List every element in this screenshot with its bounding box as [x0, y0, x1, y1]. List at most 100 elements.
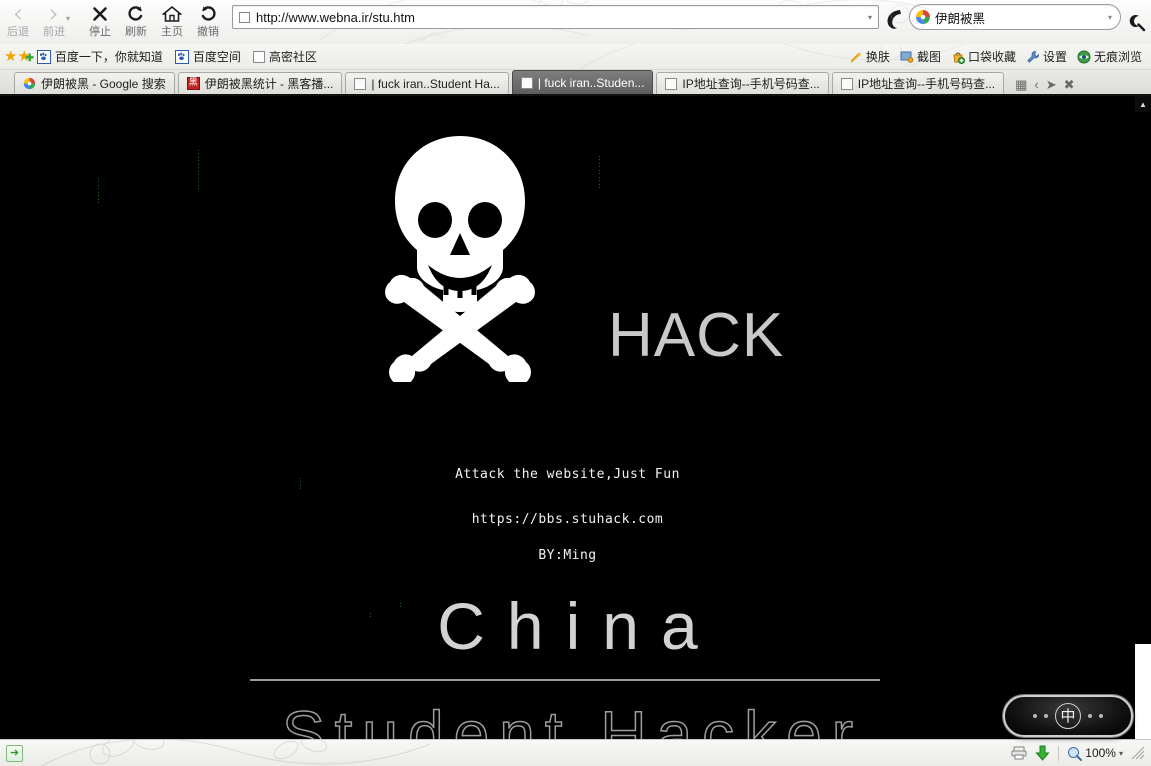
- tab-label: 伊朗被黑统计 - 黑客播...: [204, 77, 334, 91]
- status-left-group: ➜: [6, 744, 23, 762]
- page-subtitle: Student Hacker: [281, 697, 864, 739]
- tab-5[interactable]: IP地址查询--手机号码查...: [831, 72, 1005, 94]
- scroll-up-arrow-icon[interactable]: ▲: [1135, 96, 1151, 112]
- page-viewport: :::: :::::: ::::: :: : : HACK Attack the…: [0, 96, 1151, 739]
- tab-1[interactable]: 黑 伊朗被黑统计 - 黑客播...: [177, 72, 343, 94]
- bookmark-item-0[interactable]: 百度一下，你就知道: [31, 46, 169, 68]
- incognito-icon: [1077, 50, 1091, 63]
- chevron-down-icon[interactable]: ▾: [868, 13, 872, 22]
- go-green-arrow-icon[interactable]: ➜: [6, 744, 23, 762]
- chevron-right-icon[interactable]: ➤: [1046, 78, 1057, 91]
- incognito-label: 无痕浏览: [1093, 50, 1142, 64]
- hack-title: HACK: [608, 301, 785, 370]
- chevron-left-icon[interactable]: ‹: [1034, 78, 1038, 91]
- tab-label: | fuck iran..Student Ha...: [371, 76, 500, 91]
- blank-page-icon: [354, 77, 367, 90]
- tab-label: IP地址查询--手机号码查...: [857, 77, 996, 91]
- tab-3-active[interactable]: | fuck iran..Studen...: [511, 70, 654, 94]
- magic-wand-icon: [850, 51, 862, 62]
- screenshot-icon: [900, 51, 914, 63]
- page-scrollbar-vertical[interactable]: ▲: [1135, 96, 1151, 739]
- toolbar-screenshot-button[interactable]: 截图: [895, 48, 946, 65]
- swoosh-icon[interactable]: [883, 6, 909, 34]
- toolbar-skin-button[interactable]: 换肤: [844, 48, 895, 65]
- chevron-down-icon[interactable]: ▾: [1119, 749, 1123, 758]
- toolbar-incognito-button[interactable]: 无痕浏览: [1072, 48, 1147, 65]
- tab-2[interactable]: | fuck iran..Student Ha...: [345, 72, 509, 94]
- blank-page-icon: [840, 77, 853, 90]
- history-caret-icon[interactable]: ▾: [66, 14, 70, 23]
- tab-label: 伊朗被黑 - Google 搜索: [41, 77, 166, 91]
- ime-dot-icon[interactable]: [1033, 714, 1037, 718]
- chevron-down-icon[interactable]: ▾: [1108, 13, 1112, 22]
- baidu-paw-icon: [36, 49, 51, 64]
- stop-button[interactable]: 停止: [82, 0, 118, 44]
- stop-label: 停止: [89, 26, 111, 38]
- google-icon: [916, 10, 930, 24]
- back-button[interactable]: ‹ 后退: [0, 0, 36, 44]
- divider-line: [250, 679, 880, 681]
- browser-window: ‹ 后退 › 前进 ▾ 停止 刷新 主页 撤销 http://www.webna…: [0, 0, 1151, 766]
- page-author: BY:Ming: [538, 548, 597, 563]
- bookmarks-bar: ★ ★ ✚ 百度一下，你就知道 百度空间 高密社区 换肤 截图 口袋收藏 设置 …: [0, 44, 1151, 70]
- resize-grip-icon[interactable]: [1131, 746, 1145, 760]
- page-forum-url: https://bbs.stuhack.com: [471, 512, 664, 527]
- close-x-icon[interactable]: ✖: [1064, 78, 1075, 91]
- blank-page-icon: [520, 76, 533, 89]
- back-label: 后退: [7, 26, 29, 38]
- pocket-bag-icon: [953, 52, 965, 64]
- skull-and-crossbones-icon: [382, 134, 538, 386]
- tab-controls: ▦ ‹ ➤ ✖: [1015, 78, 1074, 91]
- home-button[interactable]: 主页: [154, 0, 190, 44]
- ime-dot-icon[interactable]: [1044, 714, 1048, 718]
- ime-dot-icon[interactable]: [1088, 714, 1092, 718]
- printer-icon[interactable]: [1011, 746, 1027, 760]
- arrow-left-icon: ‹: [12, 0, 24, 29]
- blank-page-icon: [252, 50, 265, 63]
- tab-0[interactable]: 伊朗被黑 - Google 搜索: [14, 72, 175, 94]
- zoom-control[interactable]: 100% ▾: [1067, 746, 1123, 761]
- matrix-rain-artifact: ::::::: [196, 147, 201, 191]
- ime-chinese-mode-button[interactable]: 中: [1055, 703, 1081, 729]
- skin-label: 换肤: [865, 50, 890, 64]
- toolbar-settings-button[interactable]: 设置: [1021, 48, 1072, 65]
- google-icon: [23, 77, 36, 90]
- settings-label: 设置: [1042, 50, 1067, 64]
- tab-label: | fuck iran..Studen...: [537, 75, 645, 90]
- bookmark-item-1[interactable]: 百度空间: [169, 46, 247, 68]
- tab-list-icon[interactable]: ▦: [1015, 78, 1027, 91]
- red-site-icon: 黑: [186, 77, 200, 90]
- download-arrow-icon[interactable]: [1035, 745, 1050, 761]
- scrollbar-track[interactable]: [1135, 112, 1151, 723]
- search-box[interactable]: 伊朗被黑 ▾: [909, 4, 1121, 30]
- tab-label: IP地址查询--手机号码查...: [682, 77, 820, 91]
- screenshot-label: 截图: [916, 50, 941, 64]
- search-input[interactable]: 伊朗被黑: [935, 8, 1104, 27]
- undo-button[interactable]: 撤销: [190, 0, 226, 44]
- status-divider: [1058, 745, 1060, 761]
- navigation-toolbar: ‹ 后退 › 前进 ▾ 停止 刷新 主页 撤销 http://www.webna…: [0, 0, 1151, 44]
- toolbar-pocket-favorites-button[interactable]: 口袋收藏: [946, 48, 1021, 65]
- search-submit-button[interactable]: [1121, 0, 1151, 44]
- tab-4[interactable]: IP地址查询--手机号码查...: [656, 72, 829, 94]
- blank-page-icon: [665, 77, 678, 90]
- forward-button[interactable]: › 前进 ▾: [36, 0, 72, 44]
- ime-dot-icon[interactable]: [1099, 714, 1103, 718]
- star-plus-icon[interactable]: ★ ✚: [17, 49, 33, 64]
- bookmark-item-2[interactable]: 高密社区: [247, 46, 323, 68]
- tab-bar: 伊朗被黑 - Google 搜索 黑 伊朗被黑统计 - 黑客播... | fuc…: [0, 70, 1151, 96]
- star-icon[interactable]: ★: [4, 49, 17, 64]
- status-right-group: 100% ▾: [1011, 745, 1145, 761]
- search-icon: [1129, 15, 1146, 32]
- ime-language-bar[interactable]: 中: [1003, 695, 1133, 737]
- refresh-button[interactable]: 刷新: [118, 0, 154, 44]
- close-x-icon: [91, 2, 109, 26]
- refresh-icon: [127, 2, 145, 26]
- home-icon: [162, 2, 182, 26]
- address-bar[interactable]: http://www.webna.ir/stu.htm ▾: [232, 5, 879, 29]
- arrow-right-icon: ›: [48, 0, 60, 29]
- matrix-rain-artifact: ::::: [96, 175, 101, 205]
- undo-icon: [199, 2, 217, 26]
- defaced-page-content: :::: :::::: ::::: :: : : HACK Attack the…: [0, 96, 1135, 739]
- forward-label: 前进: [43, 26, 65, 38]
